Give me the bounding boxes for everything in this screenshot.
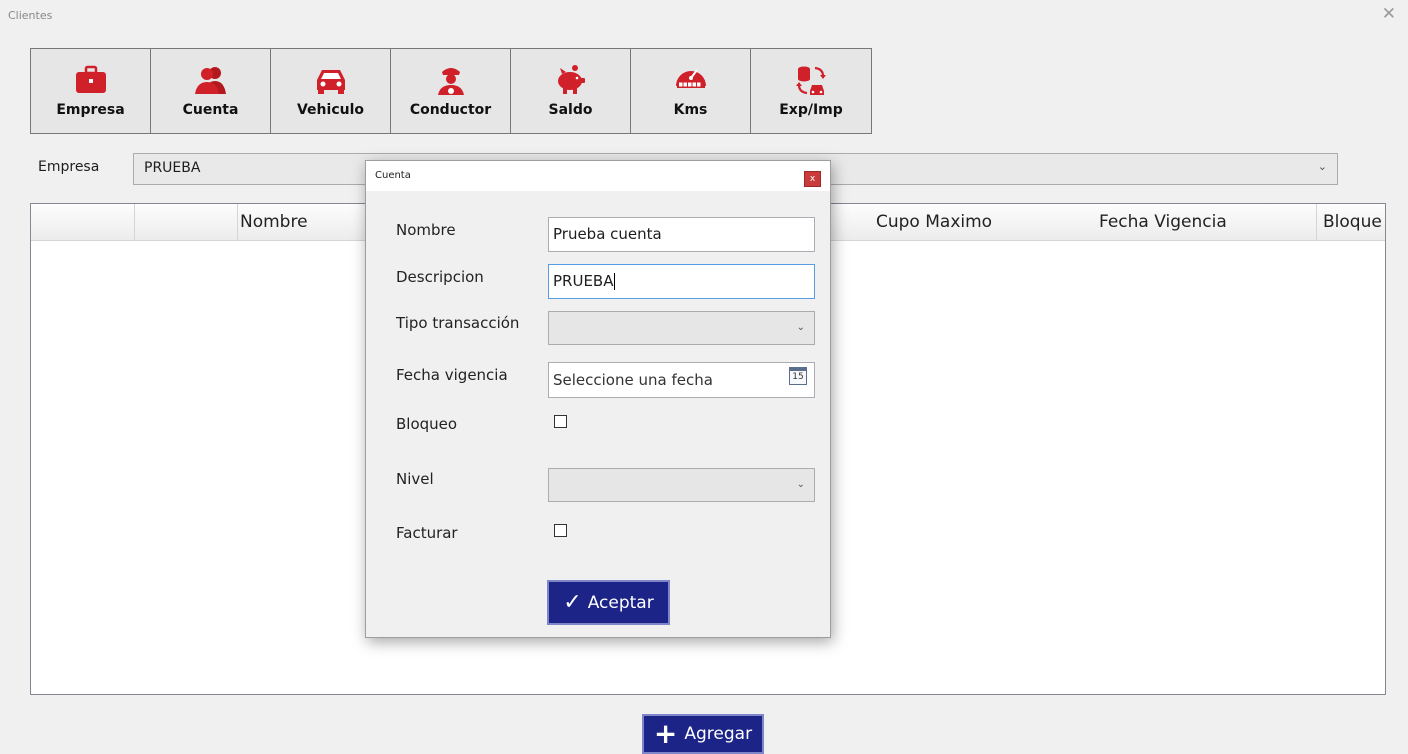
fecha-vigencia-datepicker[interactable]: Seleccione una fecha 15 (548, 362, 815, 398)
toolbar-kms-button[interactable]: Kms (631, 49, 751, 133)
tipo-transaccion-select[interactable]: ⌄ (548, 311, 815, 345)
column-separator[interactable] (1316, 204, 1317, 240)
toolbar-saldo-label: Saldo (548, 102, 593, 118)
dialog-titlebar: Cuenta x (366, 161, 830, 191)
tipo-transaccion-label: Tipo transacción (396, 314, 520, 332)
car-icon (316, 70, 345, 94)
bloqueo-checkbox[interactable] (554, 415, 567, 428)
driver-icon (437, 68, 464, 95)
checkmark-icon: ✓ (563, 590, 582, 615)
toolbar-exp-imp-button[interactable]: Exp/Imp (751, 49, 871, 133)
plus-icon: + (653, 717, 678, 750)
chevron-down-icon: ⌄ (796, 322, 805, 333)
descripcion-input[interactable]: PRUEBA (548, 264, 815, 299)
odometer-icon (675, 69, 706, 88)
nombre-label: Nombre (396, 221, 456, 239)
facturar-checkbox[interactable] (554, 524, 567, 537)
nivel-label: Nivel (396, 470, 434, 488)
toolbar-conductor-button[interactable]: Conductor (391, 49, 511, 133)
toolbar-empresa-label: Empresa (56, 102, 125, 118)
dialog-close-button[interactable]: x (804, 171, 821, 187)
chevron-down-icon: ⌄ (1317, 160, 1327, 173)
column-separator[interactable] (237, 204, 238, 240)
chevron-down-icon: ⌄ (796, 479, 805, 490)
column-header-bloqueo[interactable]: Bloque (1323, 212, 1382, 232)
text-caret (614, 273, 616, 290)
nombre-input[interactable]: Prueba cuenta (548, 217, 815, 252)
fecha-vigencia-placeholder: Seleccione una fecha (553, 371, 713, 389)
fecha-vigencia-label: Fecha vigencia (396, 366, 508, 384)
aceptar-button-label: Aceptar (587, 592, 654, 613)
aceptar-button[interactable]: ✓ Aceptar (547, 580, 670, 625)
toolbar-vehiculo-button[interactable]: Vehiculo (271, 49, 391, 133)
toolbar-cuenta-button[interactable]: Cuenta (151, 49, 271, 133)
toolbar-cuenta-label: Cuenta (182, 102, 239, 118)
window-close-button[interactable]: ✕ (1382, 4, 1396, 24)
cuenta-dialog: Cuenta x Nombre Prueba cuenta Descripcio… (365, 160, 831, 638)
export-import-icon (796, 66, 826, 95)
column-header-fecha-vigencia[interactable]: Fecha Vigencia (1099, 212, 1227, 232)
toolbar-exp-imp-label: Exp/Imp (779, 102, 843, 118)
facturar-label: Facturar (396, 524, 458, 542)
descripcion-label: Descripcion (396, 268, 484, 286)
empresa-selected-value: PRUEBA (144, 160, 201, 176)
toolbar-saldo-button[interactable]: Saldo (511, 49, 631, 133)
toolbar-empresa-button[interactable]: Empresa (31, 49, 151, 133)
users-icon (194, 67, 226, 94)
descripcion-input-value: PRUEBA (553, 272, 616, 290)
briefcase-icon (75, 65, 106, 93)
toolbar-kms-label: Kms (673, 102, 708, 118)
column-separator[interactable] (134, 204, 135, 240)
dialog-title: Cuenta (375, 170, 411, 181)
bloqueo-label: Bloqueo (396, 415, 458, 433)
column-header-cupo-maximo[interactable]: Cupo Maximo (876, 212, 992, 232)
toolbar-conductor-label: Conductor (409, 102, 492, 118)
empresa-label: Empresa (38, 159, 100, 175)
toolbar-vehiculo-label: Vehiculo (296, 102, 364, 118)
window-title: Clientes (8, 9, 53, 22)
nombre-input-value: Prueba cuenta (553, 225, 662, 243)
calendar-icon[interactable]: 15 (789, 367, 807, 385)
main-toolbar: Empresa Cuenta Vehiculo Conductor Saldo … (30, 48, 872, 134)
nivel-select[interactable]: ⌄ (548, 468, 815, 502)
add-button[interactable]: + Agregar (642, 714, 764, 754)
column-header-nombre[interactable]: Nombre (240, 212, 308, 232)
piggy-bank-icon (557, 65, 585, 94)
add-button-label: Agregar (684, 724, 753, 744)
